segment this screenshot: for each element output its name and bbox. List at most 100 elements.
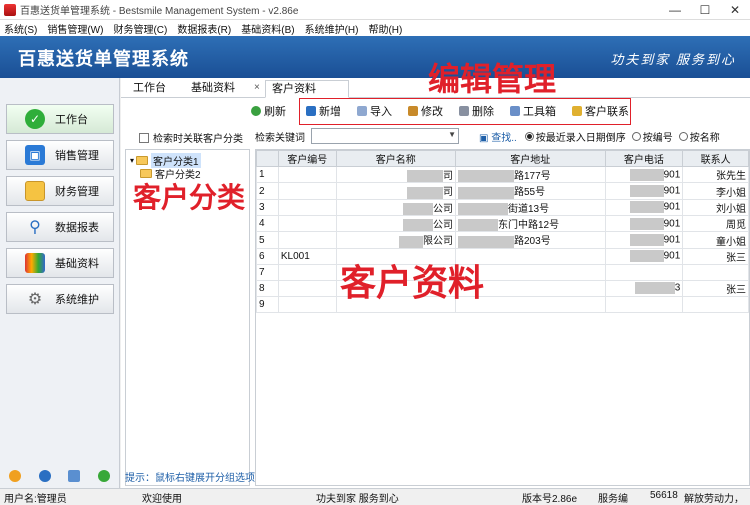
sidebar-item-label: 销售管理 — [55, 150, 99, 162]
cell-phone: 901 — [604, 231, 684, 249]
radio-label: 按最近录入日期倒序 — [535, 132, 626, 144]
customer-table: 客户编号 客户名称 客户地址 客户电话 联系人 1 司路177号 901 张先生 2司… — [255, 149, 750, 486]
refresh-icon[interactable] — [98, 470, 111, 482]
cell-contact: 刘小姐 — [682, 198, 749, 217]
sidebar-item-label: 财务管理 — [55, 186, 99, 198]
menu-system[interactable]: 系统(S) — [0, 21, 43, 36]
row-number: 1 — [256, 165, 279, 184]
tab-basic-data[interactable]: 基础资料 — [185, 80, 241, 98]
search-input[interactable]: ▼ — [311, 128, 459, 144]
sidebar-item-basic-data[interactable]: 基础资料 — [6, 248, 114, 278]
banner: 百惠送货单管理系统 功夫到家 服务到心 — [0, 36, 750, 78]
sort-code-radio[interactable]: 按编号 — [631, 129, 673, 144]
table-row[interactable]: 7 — [256, 263, 749, 281]
table-row[interactable]: 5 限公司 路203号 901 童小姐 — [256, 231, 749, 249]
menu-sales[interactable]: 销售管理(W) — [43, 21, 109, 36]
hint-text: 提示：鼠标右键展开分组选项 — [125, 473, 255, 484]
sales-window-icon: ▣ — [25, 145, 45, 165]
customer-category-annotation: 客户分类 — [133, 182, 246, 213]
cell-phone: 901 — [604, 215, 684, 233]
column-header[interactable]: 联系人 — [682, 150, 749, 167]
info-icon[interactable] — [38, 470, 51, 482]
gear-icon: ⚙ — [27, 291, 43, 308]
sidebar-footer — [0, 464, 119, 488]
menu-maintenance[interactable]: 系统维护(H) — [301, 21, 365, 36]
brand-title: 百惠送货单管理系统 — [18, 49, 189, 69]
cell-address: 路203号 — [454, 231, 606, 249]
minimize-button[interactable]: — — [660, 0, 690, 20]
find-button[interactable]: ▣ 查找.. — [479, 129, 517, 144]
window-title: 百惠送货单管理系统 - Bestsmile Management System … — [20, 6, 299, 17]
table-row[interactable]: 6 KL001 901 张三 — [256, 247, 749, 265]
refresh-button[interactable]: 刷新 — [251, 103, 286, 119]
column-header[interactable]: 客户编号 — [277, 150, 337, 167]
menu-finance[interactable]: 财务管理(C) — [109, 21, 173, 36]
sidebar-item-finance[interactable]: 财务管理 — [6, 176, 114, 206]
cell-phone: 901 — [604, 165, 684, 184]
menu-bar: 系统(S) 销售管理(W) 财务管理(C) 数据报表(R) 基础资料(B) 系统… — [0, 20, 750, 36]
search-label: 检索关键词 — [255, 132, 305, 144]
sort-recent-radio[interactable]: 按最近录入日期倒序 — [524, 129, 626, 144]
tab-customer-data[interactable]: 客户资料 — [265, 80, 349, 98]
radio-label: 按编号 — [642, 132, 673, 144]
status-user: 用户名:管理员 — [4, 494, 67, 505]
table-row[interactable]: 4 公司 东门中路12号 901 周觅 — [256, 215, 749, 233]
checkbox[interactable] — [139, 132, 149, 143]
menu-basic-data[interactable]: 基础资料(B) — [237, 21, 300, 36]
menu-help[interactable]: 帮助(H) — [364, 21, 408, 36]
cell-code — [277, 182, 337, 200]
cell-contact — [682, 263, 749, 281]
table-row[interactable]: 9 — [256, 295, 749, 313]
sidebar-item-label: 数据报表 — [55, 222, 99, 234]
column-header[interactable]: 客户地址 — [454, 150, 606, 167]
menu-reports[interactable]: 数据报表(R) — [173, 21, 237, 36]
chevron-down-icon[interactable]: ▼ — [448, 130, 456, 139]
radio-dot — [678, 131, 688, 141]
tab-workbench[interactable]: 工作台 — [127, 80, 172, 98]
close-tab-icon[interactable]: × — [254, 82, 260, 93]
cell-contact — [682, 295, 749, 313]
search-bar: 检索关键词 ▼ ▣ 查找.. 按最近录入日期倒序 按编号 按名称 — [255, 126, 750, 146]
cell-name: 公司 — [335, 215, 456, 233]
folder-icon — [136, 156, 149, 165]
cell-address: 路55号 — [454, 182, 606, 200]
column-header[interactable]: 客户名称 — [335, 150, 456, 167]
edit-management-annotation: 编辑管理 — [428, 61, 557, 97]
window-icon[interactable] — [68, 470, 81, 482]
maximize-button[interactable]: ☐ — [690, 0, 720, 20]
cell-code — [277, 231, 337, 249]
row-number: 3 — [256, 198, 279, 217]
cell-address: 东门中路12号 — [454, 215, 606, 233]
cell-name: 司 — [335, 182, 456, 200]
cell-contact: 周觅 — [682, 215, 749, 233]
sidebar-item-reports[interactable]: ⚲ 数据报表 — [6, 212, 114, 242]
cell-contact: 张三 — [682, 279, 749, 297]
table-row[interactable]: 3 公司 街道13号 901 刘小姐 — [256, 198, 749, 217]
cell-address: 路177号 — [454, 165, 606, 184]
sort-name-radio[interactable]: 按名称 — [678, 129, 720, 144]
cell-code — [277, 295, 337, 313]
sidebar-item-sales[interactable]: ▣ 销售管理 — [6, 140, 114, 170]
sidebar-item-workbench[interactable]: ✓ 工作台 — [6, 104, 114, 134]
cell-name: 公司 — [335, 198, 456, 217]
star-icon[interactable] — [8, 470, 21, 482]
status-bar: 用户名:管理员 欢迎使用 功夫到家 服务到心 版本号2.86e 服务编 5661… — [0, 488, 750, 505]
close-button[interactable]: ✕ — [720, 0, 750, 20]
magnifier-icon: ⚲ — [29, 219, 41, 236]
sidebar-item-maintenance[interactable]: ⚙ 系统维护 — [6, 284, 114, 314]
cell-code — [277, 279, 337, 297]
table-row[interactable]: 2 司路55号 901 李小姐 — [256, 182, 749, 200]
cell-phone: 901 — [604, 198, 684, 217]
cell-contact: 张三 — [682, 247, 749, 265]
link-category-checkbox[interactable]: 检索时关联客户分类 — [139, 130, 243, 145]
table-row[interactable]: 1 司路177号 901 张先生 — [256, 165, 749, 184]
row-number: 4 — [256, 215, 279, 233]
row-number: 7 — [256, 263, 279, 281]
checkbox-label: 检索时关联客户分类 — [153, 134, 243, 145]
customer-data-annotation: 客户资料 — [340, 262, 485, 303]
table-row[interactable]: 8 3 张三 — [256, 279, 749, 297]
cell-phone: 901 — [604, 247, 684, 265]
find-icon: ▣ — [479, 132, 492, 144]
refresh-icon — [251, 106, 261, 116]
column-header[interactable]: 客户电话 — [604, 150, 684, 167]
